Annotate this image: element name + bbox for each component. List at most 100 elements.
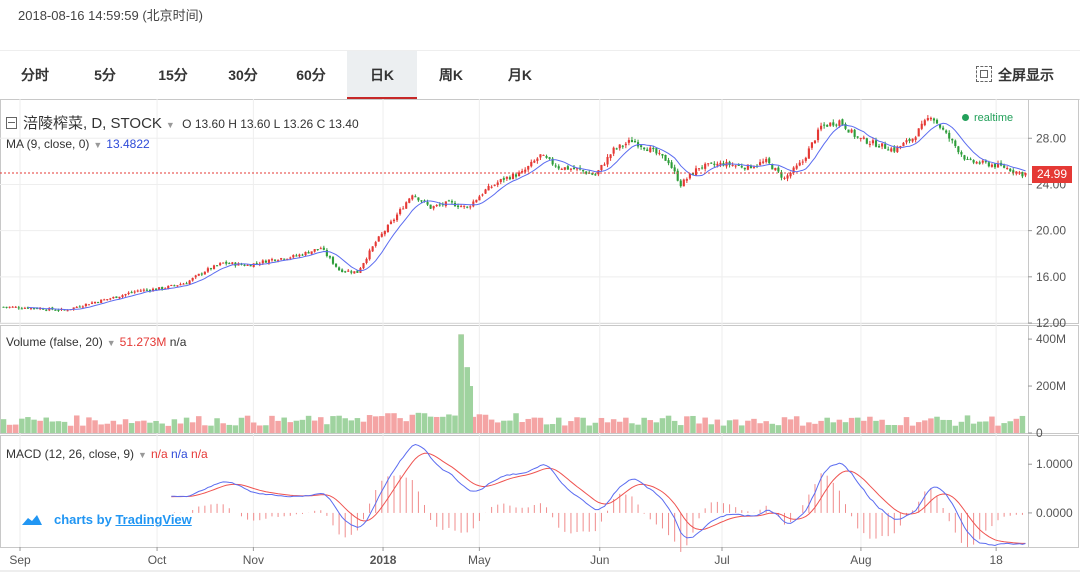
candle-body <box>862 137 865 139</box>
candle-body <box>536 158 539 161</box>
volume-bar <box>861 420 867 433</box>
candle-body <box>209 268 213 270</box>
tab-weekly[interactable]: 周K <box>428 51 474 99</box>
volume-bar <box>366 415 373 433</box>
tab-60min[interactable]: 60分 <box>288 51 334 99</box>
low-value: 13.26 <box>283 117 314 131</box>
candle-body <box>106 299 109 301</box>
fullscreen-button[interactable]: 全屏显示 <box>976 51 1054 99</box>
volume-bar <box>604 422 611 433</box>
candle-body <box>273 259 277 261</box>
candle-body <box>734 165 737 167</box>
volume-bar <box>964 415 971 433</box>
candle-body <box>450 201 454 203</box>
candle-body <box>539 154 542 158</box>
candle-body <box>548 157 551 159</box>
volume-bar <box>372 416 379 433</box>
volume-bar <box>617 421 623 433</box>
candle-body <box>243 264 246 266</box>
candle-body <box>322 247 325 250</box>
tab-30min[interactable]: 30分 <box>220 51 266 99</box>
candle-body <box>557 166 560 169</box>
candle-body <box>460 206 463 208</box>
candle-body <box>215 265 219 267</box>
candle-body <box>801 161 804 163</box>
collapse-icon[interactable] <box>6 117 17 129</box>
caret-down-icon[interactable]: ▼ <box>138 450 147 460</box>
volume-bar <box>806 422 812 433</box>
caret-down-icon[interactable]: ▼ <box>107 338 116 348</box>
candle-body <box>109 298 112 300</box>
volume-bar <box>171 419 178 433</box>
volume-bar <box>568 421 574 433</box>
volume-bar <box>305 415 312 433</box>
volume-bar <box>818 420 824 433</box>
candle-body <box>832 122 835 126</box>
close-value: 13.40 <box>328 117 359 131</box>
candle-body <box>826 125 829 127</box>
tab-intraday[interactable]: 分时 <box>12 51 58 99</box>
candle-body <box>841 119 844 125</box>
candle-body <box>466 206 469 208</box>
volume-bar <box>208 425 214 433</box>
candle-body <box>417 197 420 201</box>
tradingview-branding[interactable]: charts by TradingView <box>20 512 192 527</box>
candle-body <box>951 138 954 141</box>
volume-bar <box>763 421 769 433</box>
candle-body <box>435 205 438 207</box>
volume-bar <box>214 418 220 433</box>
volume-bar <box>299 419 306 433</box>
volume-bar <box>830 422 837 433</box>
candle-body <box>521 171 524 173</box>
volume-bar <box>1007 421 1013 433</box>
candle-body <box>389 221 393 224</box>
candle-body <box>563 167 566 170</box>
volume-bar <box>555 417 562 433</box>
volume-bar <box>0 419 7 433</box>
candle-body <box>640 145 643 147</box>
volume-bar <box>635 424 641 433</box>
candle-body <box>694 168 698 176</box>
candle-body <box>219 263 222 266</box>
candle-body <box>679 180 682 187</box>
candle-body <box>124 294 127 296</box>
tab-5min[interactable]: 5分 <box>82 51 128 99</box>
candle-body <box>295 255 298 257</box>
candle-body <box>676 170 679 181</box>
tab-15min[interactable]: 15分 <box>150 51 196 99</box>
branding-link[interactable]: TradingView <box>115 512 191 527</box>
candle-body <box>887 149 890 151</box>
volume-bar <box>342 418 348 433</box>
caret-down-icon[interactable]: ▼ <box>166 120 175 130</box>
volume-bar <box>269 415 275 433</box>
candle-body <box>929 117 932 120</box>
volume-bar <box>196 416 202 433</box>
candle-body <box>231 262 234 264</box>
volume-bar <box>922 420 928 433</box>
candle-body <box>496 182 499 185</box>
candle-body <box>859 137 862 139</box>
candle-body <box>527 166 530 170</box>
volume-tick-label: 200M <box>1036 379 1066 393</box>
volume-bar <box>183 417 190 433</box>
volume-bar <box>232 425 239 433</box>
candle-body <box>487 185 490 191</box>
candle-body <box>847 129 850 133</box>
ma-legend: MA (9, close, 0) ▼ 13.4822 <box>6 137 150 151</box>
volume-bar <box>159 423 165 433</box>
candle-body <box>228 263 231 265</box>
candle-body <box>560 168 563 170</box>
volume-bar <box>915 422 922 433</box>
candle-body <box>493 184 496 186</box>
tab-daily[interactable]: 日K <box>347 51 417 99</box>
volume-bar <box>897 425 904 433</box>
candle-body <box>914 137 917 140</box>
tab-monthly[interactable]: 月K <box>497 51 543 99</box>
volume-legend: Volume (false, 20) ▼ 51.273M n/a <box>6 335 186 349</box>
volume-tick-label: 0 <box>1036 426 1043 440</box>
candle-body <box>600 164 603 170</box>
caret-down-icon[interactable]: ▼ <box>93 140 102 150</box>
volume-bar <box>287 422 294 433</box>
volume-bar <box>336 415 342 433</box>
candle-body <box>606 156 609 165</box>
